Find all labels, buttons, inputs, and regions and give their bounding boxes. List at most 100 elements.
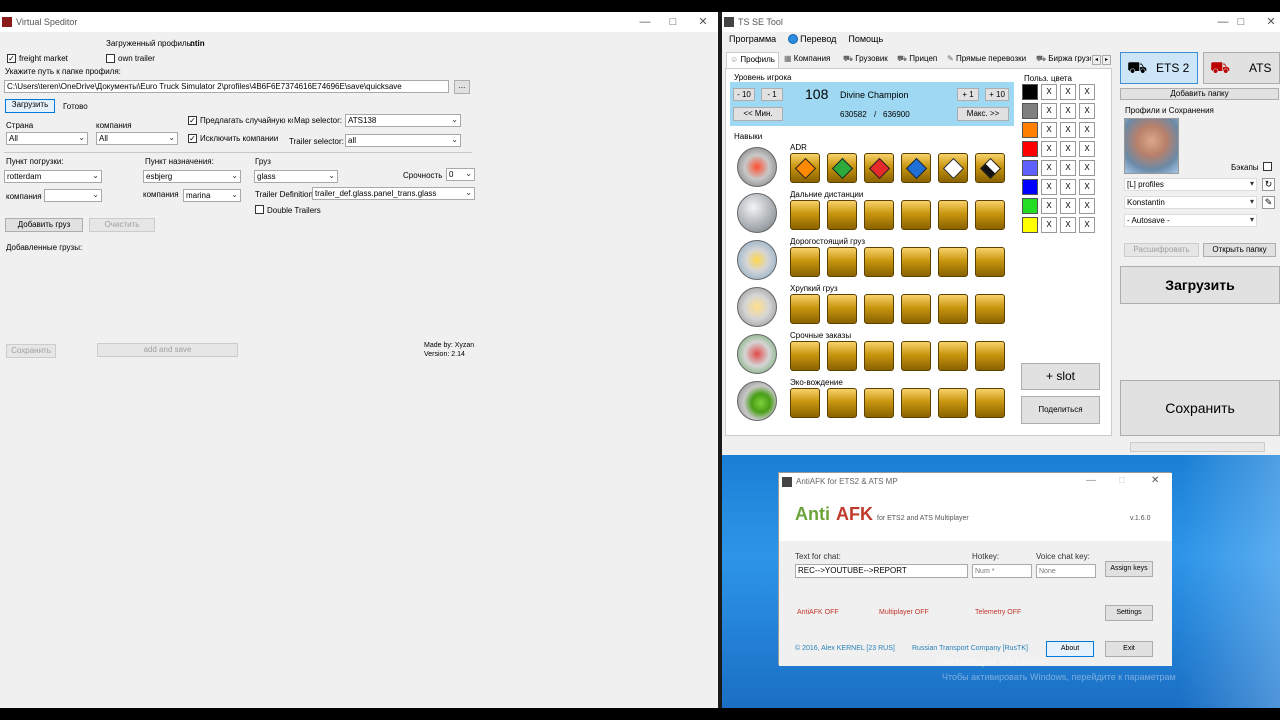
own-trailer-checkbox[interactable] [106,54,115,63]
skill-level-tile[interactable] [864,341,894,371]
color-clear-button[interactable]: X [1079,84,1095,100]
skill-level-tile[interactable] [864,200,894,230]
color-clear-button[interactable]: X [1041,217,1057,233]
adr-flammable-tile[interactable] [864,153,894,183]
skill-level-tile[interactable] [901,200,931,230]
plus10-button[interactable]: + 10 [985,88,1009,101]
skill-level-tile[interactable] [975,341,1005,371]
backups-checkbox[interactable] [1263,162,1272,171]
skill-level-tile[interactable] [938,200,968,230]
refresh-icon[interactable]: ↻ [1262,178,1275,191]
edit-icon[interactable]: ✎ [1262,196,1275,209]
adr-toxic-tile[interactable] [938,153,968,183]
load-save-button[interactable]: Загрузить [1120,266,1280,304]
about-button[interactable]: About [1046,641,1094,657]
company-link[interactable]: Russian Transport Company [RusTK] [912,645,1028,652]
color-swatch[interactable] [1022,217,1038,233]
skill-level-tile[interactable] [827,341,857,371]
skill-level-tile[interactable] [901,247,931,277]
company-select[interactable]: All ⌄ [96,132,178,145]
assign-keys-button[interactable]: Assign keys [1105,561,1153,577]
min-button[interactable]: << Мин. [733,107,783,121]
adr-explosives-tile[interactable] [790,153,820,183]
clear-button[interactable]: Очистить [89,218,155,232]
adr-gases-tile[interactable] [827,153,857,183]
save-select[interactable]: - Autosave - ▾ [1124,214,1257,227]
destination-select[interactable]: esbjerg ⌄ [143,170,241,183]
color-clear-button[interactable]: X [1079,141,1095,157]
maximize-icon[interactable]: □ [1226,12,1256,32]
minimize-icon[interactable]: — [1086,475,1096,486]
skill-level-tile[interactable] [864,247,894,277]
decrypt-button[interactable]: Расшифровать [1124,243,1199,257]
color-clear-button[interactable]: X [1060,217,1076,233]
skill-level-tile[interactable] [901,341,931,371]
color-swatch[interactable] [1022,84,1038,100]
tab-truck[interactable]: ⛟ Грузовик [840,52,891,68]
skill-level-tile[interactable] [901,388,931,418]
color-clear-button[interactable]: X [1041,84,1057,100]
save-changes-button[interactable]: Сохранить [1120,380,1280,436]
tab-scroll-right-icon[interactable]: ▸ [1102,55,1111,65]
skill-level-tile[interactable] [790,341,820,371]
plus1-button[interactable]: + 1 [957,88,979,101]
suggest-random-checkbox[interactable]: ✓ [188,116,197,125]
close-icon[interactable]: ✕ [1256,12,1280,32]
max-button[interactable]: Макс. >> [957,107,1009,121]
skill-level-tile[interactable] [938,294,968,324]
skill-level-tile[interactable] [901,294,931,324]
color-clear-button[interactable]: X [1060,141,1076,157]
maximize-icon[interactable]: □ [658,12,688,32]
color-clear-button[interactable]: X [1079,160,1095,176]
browse-button[interactable]: ... [454,80,470,94]
tab-freight-market[interactable]: ⛟ Биржа грузо [1033,52,1091,68]
share-button[interactable]: Поделиться [1021,396,1100,424]
trailer-selector[interactable]: all ⌄ [345,134,461,147]
voice-chat-field[interactable] [1036,564,1096,578]
color-clear-button[interactable]: X [1041,103,1057,119]
skill-level-tile[interactable] [790,388,820,418]
minimize-icon[interactable]: — [630,12,660,32]
color-clear-button[interactable]: X [1041,122,1057,138]
minus10-button[interactable]: - 10 [733,88,755,101]
color-clear-button[interactable]: X [1079,103,1095,119]
ats-button[interactable]: ⛟ ATS [1203,52,1280,84]
skill-level-tile[interactable] [938,388,968,418]
color-clear-button[interactable]: X [1079,179,1095,195]
color-clear-button[interactable]: X [1079,217,1095,233]
menu-help[interactable]: Помощь [848,34,883,44]
tab-scroll-left-icon[interactable]: ◂ [1092,55,1101,65]
color-clear-button[interactable]: X [1041,179,1057,195]
company3-select[interactable]: marina ⌄ [183,189,241,202]
skill-level-tile[interactable] [938,341,968,371]
menu-translate[interactable]: Перевод [800,34,836,44]
close-icon[interactable]: ✕ [1151,475,1159,486]
settings-button[interactable]: Settings [1105,605,1153,621]
color-clear-button[interactable]: X [1060,103,1076,119]
path-field[interactable]: C:\Users\teren\OneDrive\Документы\Euro T… [4,80,449,93]
menu-program[interactable]: Программа [729,34,776,44]
skill-level-tile[interactable] [975,247,1005,277]
color-swatch[interactable] [1022,160,1038,176]
skill-level-tile[interactable] [827,200,857,230]
exit-button[interactable]: Exit [1105,641,1153,657]
color-swatch[interactable] [1022,179,1038,195]
company2-select[interactable]: ⌄ [44,189,102,202]
skill-level-tile[interactable] [864,294,894,324]
color-clear-button[interactable]: X [1079,122,1095,138]
color-swatch[interactable] [1022,198,1038,214]
ets2-button[interactable]: ⛟ ETS 2 [1120,52,1198,84]
skill-level-tile[interactable] [975,200,1005,230]
color-swatch[interactable] [1022,122,1038,138]
skill-level-tile[interactable] [938,247,968,277]
color-clear-button[interactable]: X [1060,160,1076,176]
urgency-select[interactable]: 0 ⌄ [446,168,475,181]
color-swatch[interactable] [1022,141,1038,157]
minus1-button[interactable]: - 1 [761,88,783,101]
skill-level-tile[interactable] [827,294,857,324]
country-select[interactable]: All ⌄ [6,132,88,145]
loading-point-select[interactable]: rotterdam ⌄ [4,170,102,183]
skill-level-tile[interactable] [827,247,857,277]
skill-level-tile[interactable] [790,247,820,277]
save-button[interactable]: Сохранить [6,344,56,358]
